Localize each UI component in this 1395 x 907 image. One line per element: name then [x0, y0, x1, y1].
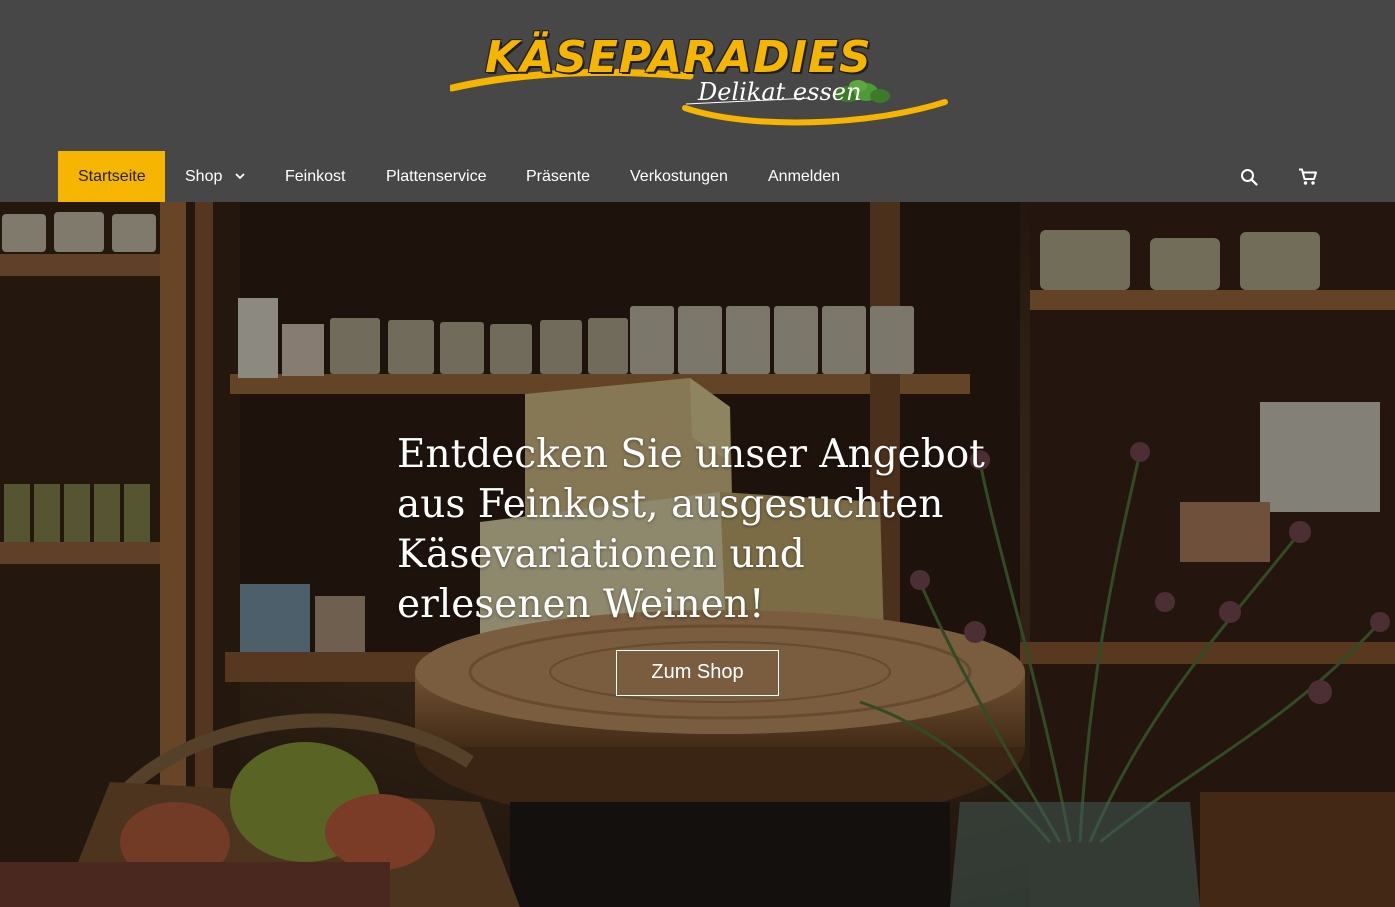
cart-icon[interactable] [1288, 151, 1328, 202]
zum-shop-button[interactable]: Zum Shop [616, 650, 779, 696]
nav-item-startseite[interactable]: Startseite [58, 151, 165, 202]
logo-tagline: Delikat essen [698, 78, 862, 106]
nav-item-label: Startseite [78, 168, 146, 185]
site-header: KÄSEPARADIES Delikat essen [0, 0, 1395, 151]
nav-item-feinkost[interactable]: Feinkost [265, 151, 365, 202]
nav-item-anmelden[interactable]: Anmelden [748, 151, 860, 202]
nav-item-verkostungen[interactable]: Verkostungen [610, 151, 748, 202]
logo-wordmark: KÄSEPARADIES [485, 32, 872, 83]
nav-item-shop[interactable]: Shop [165, 151, 265, 202]
nav-item-label: Anmelden [768, 168, 841, 185]
nav-item-label: Feinkost [285, 168, 346, 185]
nav-item-label: Verkostungen [630, 168, 728, 185]
nav-item-label: Präsente [526, 168, 591, 185]
nav-item-praesente[interactable]: Präsente [506, 151, 610, 202]
site-logo[interactable]: KÄSEPARADIES Delikat essen [450, 30, 950, 135]
hero-banner: Entdecken Sie unser Angebot aus Feinkost… [0, 202, 1395, 907]
search-icon[interactable] [1229, 151, 1269, 202]
hero-headline: Entdecken Sie unser Angebot aus Feinkost… [397, 432, 985, 627]
nav-item-label: Shop [185, 168, 223, 185]
main-navigation: Startseite Shop Feinkost Plattenservice … [0, 151, 1395, 202]
nav-item-plattenservice[interactable]: Plattenservice [366, 151, 507, 202]
chevron-down-icon [235, 150, 245, 201]
nav-item-label: Plattenservice [386, 168, 487, 185]
